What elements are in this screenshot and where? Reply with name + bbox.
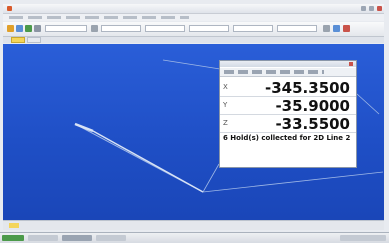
axis-value-x: -345.3500: [265, 79, 350, 97]
hits-collected-message: 6 Hold(s) collected for 2D Line 2: [223, 134, 351, 142]
view-icon[interactable]: [333, 25, 340, 32]
tab-active[interactable]: [11, 37, 25, 43]
toolbar-dropdown-4[interactable]: [189, 25, 229, 32]
maximize-icon[interactable]: [369, 6, 374, 11]
dro-close-icon[interactable]: [349, 62, 353, 66]
dro-tool-buttons[interactable]: [224, 70, 324, 74]
axis-label-y: Y: [223, 101, 228, 109]
close-icon[interactable]: [377, 6, 382, 11]
dro-row-x: X -345.3500: [220, 79, 356, 97]
application-window: X -345.3500 Y -35.9000 Z -33.5500 6 Hold…: [0, 0, 389, 243]
settings-icon[interactable]: [323, 25, 330, 32]
title-bar: [3, 4, 384, 14]
taskbar-app-3[interactable]: [96, 235, 126, 241]
stop-icon[interactable]: [343, 25, 350, 32]
axis-value-z: -33.5500: [275, 115, 350, 133]
toolbar: [3, 22, 384, 37]
taskbar: [0, 232, 389, 243]
status-bar: [3, 220, 384, 230]
toolbar-dropdown-1[interactable]: [45, 25, 87, 32]
measured-line: [92, 130, 204, 193]
axis-label-x: X: [223, 83, 228, 91]
open-icon[interactable]: [16, 25, 23, 32]
edge-line-2: [202, 171, 384, 193]
toolbar-dropdown-2[interactable]: [101, 25, 141, 32]
status-indicator: [9, 223, 19, 228]
edge-line-5: [356, 93, 380, 115]
dro-readout-window[interactable]: X -345.3500 Y -35.9000 Z -33.5500 6 Hold…: [219, 60, 357, 168]
new-icon[interactable]: [7, 25, 14, 32]
dro-row-z: Z -33.5500: [220, 115, 356, 133]
graphics-viewport[interactable]: X -345.3500 Y -35.9000 Z -33.5500 6 Hold…: [3, 44, 384, 220]
dro-toolbar: [220, 68, 356, 77]
axis-value-y: -35.9000: [275, 97, 350, 115]
tab-strip: [3, 37, 384, 43]
taskbar-app-2[interactable]: [62, 235, 92, 241]
system-tray: [340, 235, 386, 241]
dro-row-y: Y -35.9000: [220, 97, 356, 115]
measured-line-segment: [74, 122, 94, 133]
print-icon[interactable]: [34, 25, 41, 32]
save-icon[interactable]: [25, 25, 32, 32]
toolbar-dropdown-3[interactable]: [145, 25, 185, 32]
measure-icon[interactable]: [91, 25, 98, 32]
axis-label-z: Z: [223, 119, 228, 127]
taskbar-app-1[interactable]: [28, 235, 58, 241]
menu-bar: [3, 14, 384, 21]
start-button[interactable]: [2, 235, 24, 241]
minimize-icon[interactable]: [361, 6, 366, 11]
toolbar-dropdown-6[interactable]: [277, 25, 317, 32]
menu-items[interactable]: [9, 16, 189, 19]
tab-inactive[interactable]: [27, 37, 41, 43]
toolbar-dropdown-5[interactable]: [233, 25, 273, 32]
edge-line-4: [202, 163, 220, 193]
app-logo-icon: [7, 6, 12, 11]
dro-title-bar: [220, 61, 356, 67]
